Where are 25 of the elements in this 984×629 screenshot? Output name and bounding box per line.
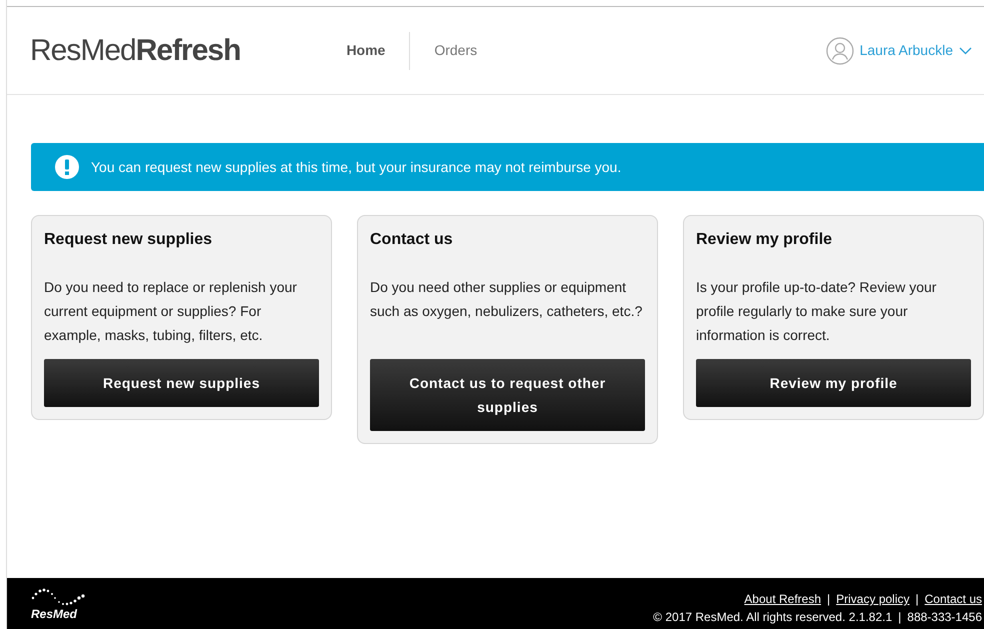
separator: | bbox=[898, 610, 902, 624]
card-title: Contact us bbox=[370, 230, 454, 250]
copyright-text: © 2017 ResMed. All rights reserved. 2.1.82.1 bbox=[653, 610, 892, 624]
footer-logo: ResMed bbox=[31, 608, 78, 620]
separator: | bbox=[827, 592, 830, 606]
card-title: Request new supplies bbox=[44, 230, 214, 250]
action-button[interactable]: Contact us to request other supplies bbox=[370, 359, 645, 432]
nav-tab[interactable]: Orders bbox=[410, 32, 502, 70]
card-title: Review my profile bbox=[696, 230, 834, 250]
footer-link[interactable]: Contact us bbox=[924, 592, 982, 606]
card-description: Do you need other supplies or equipment such as oxygen, nebulizers, catheters, etc.? bbox=[370, 278, 644, 322]
logo: ResMedRefresh bbox=[30, 33, 240, 69]
alert-message: You can request new supplies at this time, but your insurance may not reimburse you. bbox=[91, 158, 622, 177]
card-description: Is your profile up-to-date? Review your profile regularly to make sure your information is correct. bbox=[696, 278, 938, 346]
action-button[interactable]: Request new supplies bbox=[44, 359, 319, 408]
action-button[interactable]: Review my profile bbox=[696, 359, 971, 408]
nav-tab[interactable]: Home bbox=[322, 32, 410, 70]
footer-link[interactable]: About Refresh bbox=[744, 592, 822, 606]
exclamation-icon bbox=[55, 155, 79, 179]
footer-link[interactable]: Privacy policy bbox=[836, 592, 910, 606]
card-description: Do you need to replace or replenish your current equipment or supplies? For example, masks, tubing, filters, etc. bbox=[44, 278, 298, 346]
user-avatar-icon bbox=[826, 36, 854, 64]
chevron-down-icon bbox=[959, 46, 972, 54]
phone-number: 888-333-1456 bbox=[907, 610, 982, 624]
separator: | bbox=[916, 592, 919, 606]
